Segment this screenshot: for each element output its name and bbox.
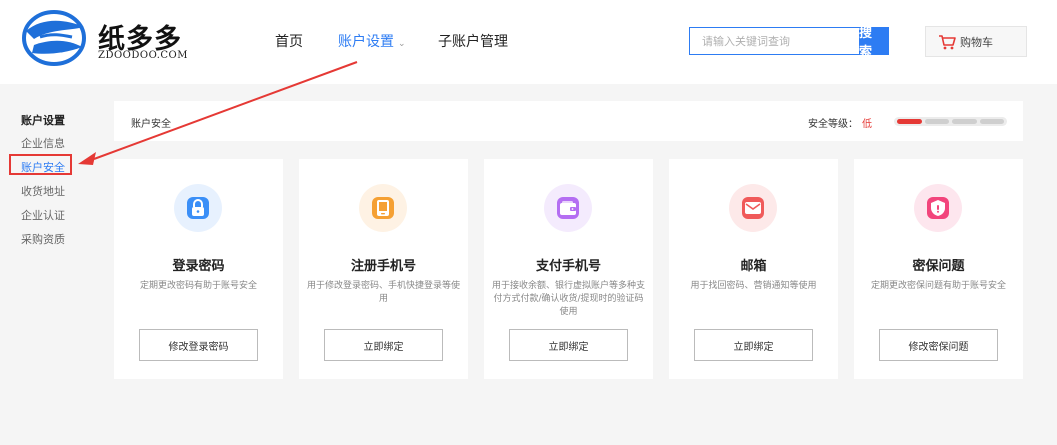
mail-icon [742, 197, 764, 219]
sidebar-item-purchase-qualification[interactable]: 采购资质 [21, 231, 65, 247]
sidebar-item-company-info[interactable]: 企业信息 [21, 135, 65, 151]
level-segment [979, 119, 1004, 124]
shield-icon [927, 197, 949, 219]
change-security-question-button[interactable]: 修改密保问题 [879, 329, 998, 361]
sidebar: 账户设置 企业信息 账户安全 收货地址 企业认证 采购资质 [0, 84, 105, 445]
nav-sub-accounts-label: 子账户管理 [438, 34, 508, 50]
card-payment-phone: 支付手机号 用于接收余额、银行虚拟账户等多种支付方式付款/确认收货/提现时的验证… [484, 159, 653, 379]
sidebar-item-company-verification[interactable]: 企业认证 [21, 207, 65, 223]
section-title: 账户安全 [131, 119, 171, 130]
security-level-bar [894, 117, 1007, 126]
card-desc: 用于找回密码、营销通知等使用 [690, 281, 817, 291]
security-level-label: 安全等级： [808, 119, 858, 130]
card-title: 支付手机号 [535, 259, 601, 274]
card-title: 注册手机号 [350, 259, 416, 274]
card-icon-wrap [359, 184, 407, 232]
nav-account-settings-label: 账户设置 [338, 34, 394, 50]
security-header: 账户安全 安全等级： 低 [114, 101, 1023, 141]
card-icon-wrap [544, 184, 592, 232]
level-segment [952, 119, 977, 124]
level-segment [924, 119, 949, 124]
card-title: 登录密码 [172, 259, 225, 274]
security-level-value: 低 [862, 119, 872, 130]
level-segment [897, 119, 922, 124]
logo[interactable]: 纸多多 ZDOODOO.COM [20, 9, 195, 69]
search-box: 搜 索 [689, 26, 889, 60]
change-login-password-button[interactable]: 修改登录密码 [139, 329, 258, 361]
bind-payment-phone-button[interactable]: 立即绑定 [509, 329, 628, 361]
lock-icon [187, 197, 209, 219]
bind-register-phone-button[interactable]: 立即绑定 [324, 329, 443, 361]
sidebar-item-shipping-address[interactable]: 收货地址 [21, 183, 65, 199]
bind-email-button[interactable]: 立即绑定 [694, 329, 813, 361]
chevron-down-icon: ⌄ [398, 39, 406, 49]
card-icon-wrap [914, 184, 962, 232]
card-desc: 定期更改密码有助于账号安全 [139, 281, 257, 291]
cart-button[interactable]: 购物车 [925, 26, 1027, 57]
nav-account-settings[interactable]: 账户设置 ⌄ [338, 31, 406, 51]
card-login-password: 登录密码 定期更改密码有助于账号安全 修改登录密码 [114, 159, 283, 379]
phone-icon [372, 197, 394, 219]
card-register-phone: 注册手机号 用于修改登录密码、手机快捷登录等使用 立即绑定 [299, 159, 468, 379]
cart-icon [939, 34, 956, 49]
nav-home[interactable]: 首页 [275, 31, 303, 51]
card-icon-wrap [174, 184, 222, 232]
card-title: 邮箱 [740, 259, 767, 274]
card-desc: 用于修改登录密码、手机快捷登录等使用 [306, 281, 460, 304]
header: 纸多多 ZDOODOO.COM 首页 账户设置 ⌄ 子账户管理 搜 索 购物车 [0, 0, 1057, 84]
cart-label: 购物车 [960, 35, 993, 49]
card-email: 邮箱 用于找回密码、营销通知等使用 立即绑定 [669, 159, 838, 379]
highlight-box [9, 154, 72, 175]
sidebar-title: 账户设置 [21, 114, 65, 127]
wallet-icon [557, 197, 579, 219]
search-button[interactable]: 搜 索 [859, 26, 888, 60]
brand-domain: ZDOODOO.COM [98, 50, 188, 61]
card-security-question: 密保问题 定期更改密保问题有助于账号安全 修改密保问题 [854, 159, 1023, 379]
search-input[interactable] [690, 28, 859, 54]
card-desc: 定期更改密保问题有助于账号安全 [870, 281, 1006, 291]
card-desc: 用于接收余额、银行虚拟账户等多种支付方式付款/确认收货/提现时的验证码使用 [491, 281, 645, 317]
logo-mark-icon [22, 10, 86, 66]
nav-sub-accounts[interactable]: 子账户管理 [438, 31, 508, 51]
card-title: 密保问题 [912, 259, 965, 274]
nav-home-label: 首页 [275, 34, 303, 50]
card-icon-wrap [729, 184, 777, 232]
